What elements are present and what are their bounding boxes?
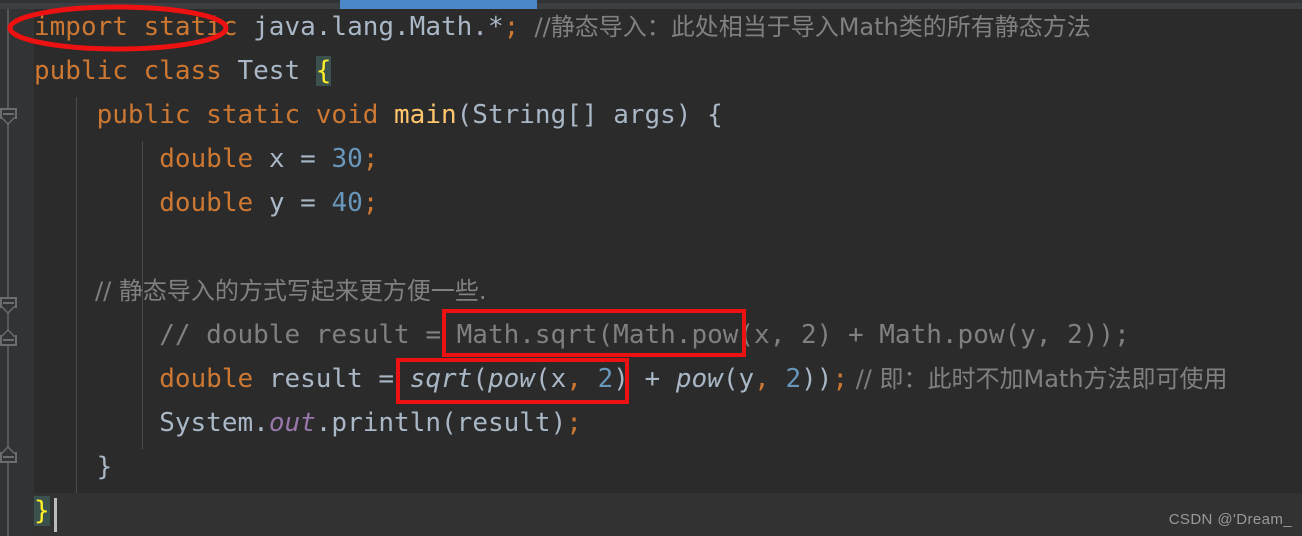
code-token: 2 [785, 364, 802, 394]
code-line[interactable]: // 静态导入的方式写起来更方便一些. [34, 269, 486, 313]
code-token: x = [268, 144, 332, 174]
fold-marker-tip-inner [2, 331, 14, 337]
code-token: // 静态导入的方式写起来更方便一些. [34, 277, 487, 305]
code-token: (y [722, 364, 755, 394]
fold-marker-dash [3, 302, 14, 304]
code-token: ; [566, 408, 582, 438]
code-token: )) [801, 364, 833, 394]
editor-gutter[interactable] [0, 9, 34, 536]
editor-text-area[interactable]: import static java.lang.Math.*; //静态导入：此… [34, 9, 1302, 536]
code-token: y = [268, 188, 332, 218]
code-token: //静态导入：此处相当于导入Math类的所有静态方法 [519, 13, 1091, 41]
code-token: double [34, 364, 269, 394]
code-token: .println(result) [315, 408, 567, 438]
code-token: java.lang.Math.* [237, 12, 504, 42]
code-token: } [34, 452, 113, 482]
code-token: pow [487, 364, 535, 394]
code-token: public class [34, 56, 238, 86]
fold-marker-dash [3, 339, 14, 341]
code-token: double [34, 144, 269, 174]
code-token: , [754, 364, 770, 394]
code-line[interactable]: double x = 30; [34, 137, 378, 181]
fold-marker-tip-inner [2, 117, 14, 123]
code-token: ; [362, 144, 379, 174]
code-token: ; [362, 188, 379, 218]
code-token: 40 [331, 188, 363, 218]
code-line[interactable]: double y = 40; [34, 181, 378, 225]
code-token: ) + [613, 364, 676, 394]
code-token: 30 [331, 144, 363, 174]
fold-marker-class[interactable] [0, 108, 17, 125]
code-token: 2 [597, 364, 614, 394]
code-line[interactable]: public class Test { [34, 49, 332, 93]
code-token: // double result = Math.sqrt(Math.pow(x,… [34, 320, 1130, 350]
code-token: ; [832, 364, 849, 394]
code-token: result = [268, 364, 410, 394]
fold-marker-dash [3, 456, 14, 458]
code-token: double [34, 188, 269, 218]
code-editor-screenshot: import static java.lang.Math.*; //静态导入：此… [0, 0, 1302, 536]
code-token: out [268, 408, 316, 438]
text-caret [54, 498, 57, 532]
code-token: // 即：此时不加Math方法即可使用 [848, 365, 1228, 393]
code-line[interactable]: public static void main(String[] args) { [34, 93, 723, 137]
watermark-text: CSDN @'Dream_ [1168, 511, 1292, 528]
code-token: pow [675, 364, 723, 394]
code-line[interactable]: import static java.lang.Math.*; //静态导入：此… [34, 5, 1091, 49]
code-line[interactable]: // double result = Math.sqrt(Math.pow(x,… [34, 313, 1130, 357]
code-token: } [34, 496, 50, 526]
fold-marker-tip-inner [2, 306, 14, 312]
code-token: Test [237, 56, 316, 86]
code-line[interactable]: } [34, 489, 50, 533]
code-token: sqrt [409, 364, 473, 394]
code-token: ( [472, 364, 488, 394]
fold-marker-block[interactable] [0, 329, 17, 346]
code-token: (x [534, 364, 567, 394]
code-token: ; [503, 12, 520, 42]
code-token: (String[] args) { [456, 100, 723, 130]
code-token: { [315, 56, 332, 86]
code-token: import static [34, 12, 238, 42]
code-token: , [566, 364, 582, 394]
code-line[interactable]: double result = sqrt(pow(x, 2) + pow(y, … [34, 357, 1228, 401]
code-token: System. [34, 408, 269, 438]
fold-marker-method-end[interactable] [0, 297, 17, 314]
fold-marker-class-end[interactable] [0, 446, 17, 463]
code-token: public static void [34, 100, 395, 130]
code-line[interactable]: } [34, 445, 113, 489]
fold-marker-dash [3, 113, 14, 115]
code-lines[interactable]: import static java.lang.Math.*; //静态导入：此… [34, 9, 1302, 536]
code-line[interactable]: System.out.println(result); [34, 401, 582, 445]
scrollbar-track[interactable] [0, 0, 1302, 3]
fold-marker-tip-inner [2, 448, 14, 454]
code-token: main [394, 100, 457, 130]
